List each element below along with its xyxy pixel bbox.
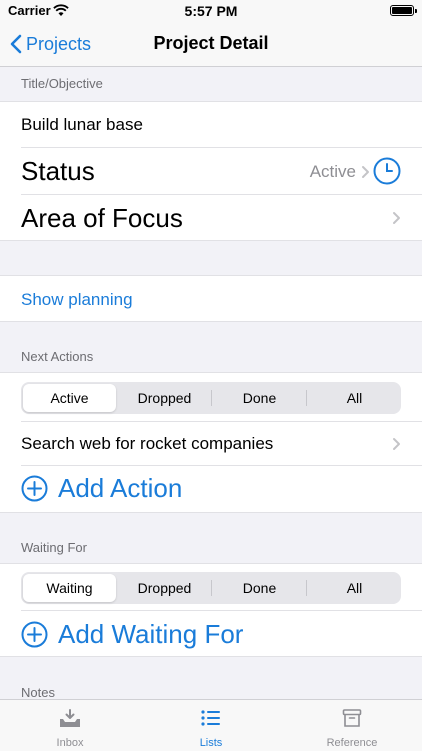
- next-actions-filter: Active Dropped Done All: [21, 382, 401, 414]
- tab-inbox[interactable]: Inbox: [0, 708, 140, 749]
- chevron-right-icon: [393, 438, 400, 450]
- inbox-icon: [60, 709, 80, 727]
- plus-circle-icon: [21, 621, 48, 647]
- action-item-label: Search web for rocket companies: [21, 434, 274, 453]
- page-title: Project Detail: [153, 33, 269, 53]
- list-item[interactable]: Search web for rocket companies: [0, 422, 422, 466]
- next-actions-group: Active Dropped Done All Search web for r…: [0, 372, 422, 513]
- tab-lists-label: Lists: [199, 737, 223, 749]
- segment-dropped[interactable]: Dropped: [118, 574, 211, 602]
- segment-active[interactable]: Active: [23, 384, 116, 412]
- status-value: Active: [309, 162, 356, 181]
- project-title-field[interactable]: Build lunar base: [21, 115, 143, 135]
- plus-circle-icon: [21, 475, 48, 501]
- status-label: Status: [21, 156, 95, 186]
- add-waiting-for-button[interactable]: Add Waiting For: [21, 617, 243, 651]
- list-icon: [201, 710, 220, 726]
- segment-all[interactable]: All: [308, 574, 401, 602]
- navigation-bar: Projects Project Detail: [0, 22, 422, 67]
- waiting-for-header: Waiting For: [21, 540, 87, 555]
- add-action-label: Add Action: [58, 472, 183, 503]
- next-actions-header: Next Actions: [21, 349, 94, 364]
- tab-reference-label: Reference: [326, 737, 378, 749]
- clock-time: 5:57 PM: [184, 3, 238, 19]
- status-bar: Carrier 5:57 PM: [0, 0, 422, 22]
- title-status-group: Build lunar base Status Active Area of F…: [0, 101, 422, 241]
- chevron-right-icon: [393, 212, 400, 224]
- tab-reference[interactable]: Reference: [282, 708, 422, 749]
- tab-bar: Inbox Lists Reference: [0, 699, 422, 751]
- tab-inbox-label: Inbox: [56, 737, 84, 749]
- add-waiting-for-label: Add Waiting For: [58, 618, 244, 649]
- segment-all[interactable]: All: [308, 384, 401, 412]
- title-section-header: Title/Objective: [21, 76, 103, 91]
- segment-done[interactable]: Done: [213, 384, 306, 412]
- area-of-focus-label: Area of Focus: [21, 203, 183, 233]
- notes-header: Notes: [21, 685, 55, 700]
- area-of-focus-row[interactable]: Area of Focus: [0, 195, 422, 240]
- add-action-button[interactable]: Add Action: [21, 471, 182, 505]
- segment-waiting[interactable]: Waiting: [23, 574, 116, 602]
- segment-dropped[interactable]: Dropped: [118, 384, 211, 412]
- tab-lists[interactable]: Lists: [141, 708, 281, 749]
- archive-icon: [342, 709, 362, 727]
- planning-group: Show planning: [0, 275, 422, 322]
- clock-icon[interactable]: [373, 157, 401, 185]
- chevron-right-icon: [362, 166, 369, 178]
- waiting-for-filter: Waiting Dropped Done All: [21, 572, 401, 604]
- battery-icon: [390, 5, 417, 16]
- show-planning-link[interactable]: Show planning: [21, 290, 133, 310]
- waiting-for-group: Waiting Dropped Done All Add Waiting For: [0, 563, 422, 657]
- segment-done[interactable]: Done: [213, 574, 306, 602]
- status-row[interactable]: Status Active: [0, 148, 422, 194]
